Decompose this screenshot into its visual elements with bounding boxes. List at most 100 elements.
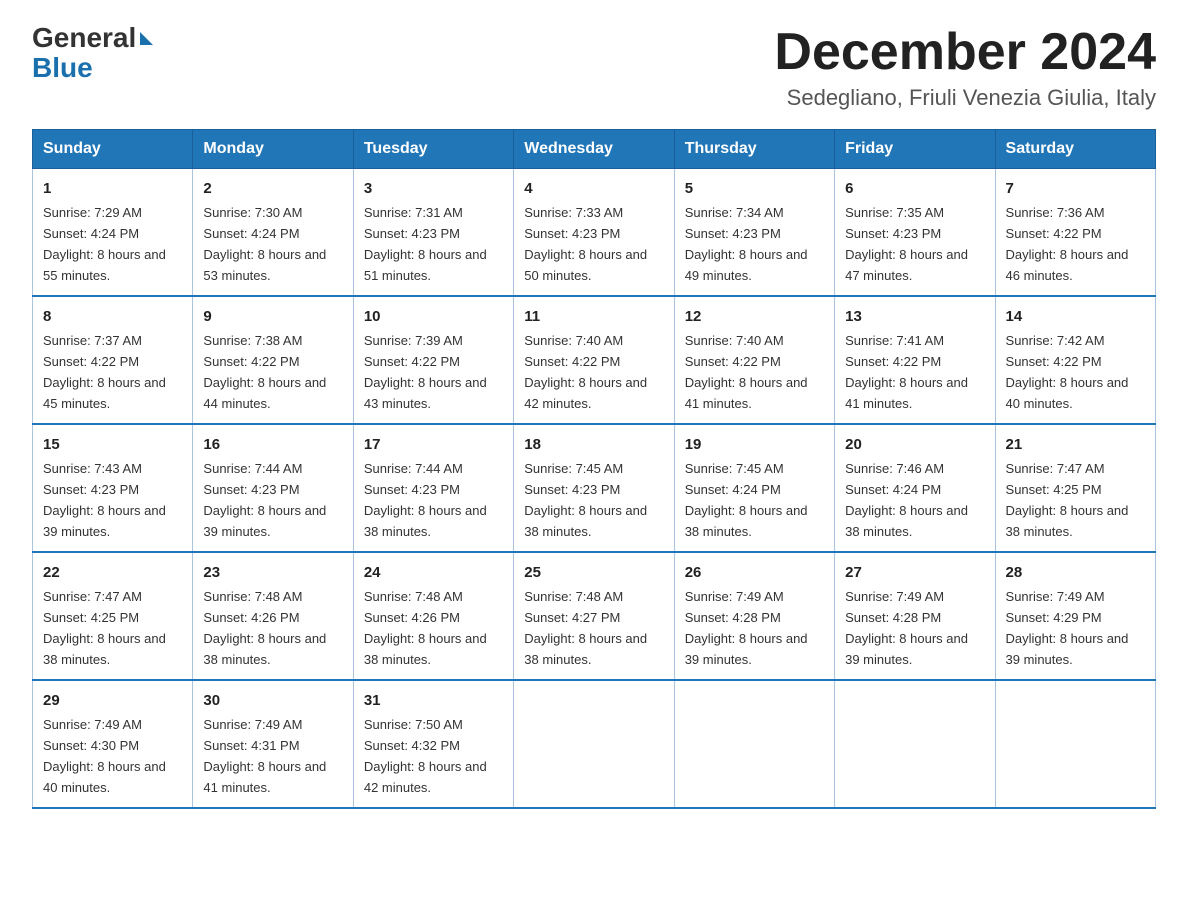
day-number: 9 <box>203 305 342 328</box>
calendar-cell: 23 Sunrise: 7:48 AMSunset: 4:26 PMDayligh… <box>193 552 353 680</box>
day-info: Sunrise: 7:40 AMSunset: 4:22 PMDaylight:… <box>685 333 808 411</box>
day-number: 12 <box>685 305 824 328</box>
day-number: 25 <box>524 561 663 584</box>
day-number: 17 <box>364 433 503 456</box>
calendar-cell: 25 Sunrise: 7:48 AMSunset: 4:27 PMDayligh… <box>514 552 674 680</box>
day-number: 14 <box>1006 305 1145 328</box>
location-subtitle: Sedegliano, Friuli Venezia Giulia, Italy <box>774 85 1156 111</box>
day-info: Sunrise: 7:49 AMSunset: 4:30 PMDaylight:… <box>43 717 166 795</box>
day-number: 29 <box>43 689 182 712</box>
calendar-cell: 27Sunrise: 7:49 AMSunset: 4:28 PMDayligh… <box>835 552 995 680</box>
header-row: SundayMondayTuesdayWednesdayThursdayFrid… <box>33 130 1156 169</box>
day-number: 23 <box>203 561 342 584</box>
day-number: 24 <box>364 561 503 584</box>
day-number: 20 <box>845 433 984 456</box>
header-cell-saturday: Saturday <box>995 130 1155 169</box>
calendar-cell: 17Sunrise: 7:44 AMSunset: 4:23 PMDayligh… <box>353 424 513 552</box>
calendar-cell: 26 Sunrise: 7:49 AMSunset: 4:28 PMDayligh… <box>674 552 834 680</box>
day-info: Sunrise: 7:49 AMSunset: 4:28 PMDaylight:… <box>845 589 968 667</box>
calendar-cell <box>674 680 834 808</box>
calendar-cell: 14 Sunrise: 7:42 AMSunset: 4:22 PMDayligh… <box>995 296 1155 424</box>
calendar-cell: 3 Sunrise: 7:31 AMSunset: 4:23 PMDaylight… <box>353 169 513 296</box>
calendar-week-5: 29 Sunrise: 7:49 AMSunset: 4:30 PMDayligh… <box>33 680 1156 808</box>
day-number: 13 <box>845 305 984 328</box>
logo-general-text: General <box>32 24 136 52</box>
day-info: Sunrise: 7:30 AMSunset: 4:24 PMDaylight:… <box>203 205 326 283</box>
day-info: Sunrise: 7:49 AMSunset: 4:28 PMDaylight:… <box>685 589 808 667</box>
title-block: December 2024 Sedegliano, Friuli Venezia… <box>774 24 1156 111</box>
calendar-week-3: 15Sunrise: 7:43 AMSunset: 4:23 PMDayligh… <box>33 424 1156 552</box>
calendar-cell <box>514 680 674 808</box>
day-info: Sunrise: 7:45 AMSunset: 4:23 PMDaylight:… <box>524 461 647 539</box>
calendar-week-2: 8Sunrise: 7:37 AMSunset: 4:22 PMDaylight… <box>33 296 1156 424</box>
calendar-header: SundayMondayTuesdayWednesdayThursdayFrid… <box>33 130 1156 169</box>
day-number: 19 <box>685 433 824 456</box>
calendar-cell: 16 Sunrise: 7:44 AMSunset: 4:23 PMDayligh… <box>193 424 353 552</box>
day-number: 5 <box>685 177 824 200</box>
calendar-cell: 1Sunrise: 7:29 AMSunset: 4:24 PMDaylight… <box>33 169 193 296</box>
day-number: 15 <box>43 433 182 456</box>
logo-blue-text: Blue <box>32 52 93 84</box>
day-info: Sunrise: 7:35 AMSunset: 4:23 PMDaylight:… <box>845 205 968 283</box>
day-number: 30 <box>203 689 342 712</box>
day-number: 31 <box>364 689 503 712</box>
day-number: 26 <box>685 561 824 584</box>
day-number: 11 <box>524 305 663 328</box>
day-number: 3 <box>364 177 503 200</box>
day-info: Sunrise: 7:42 AMSunset: 4:22 PMDaylight:… <box>1006 333 1129 411</box>
calendar-cell: 29 Sunrise: 7:49 AMSunset: 4:30 PMDayligh… <box>33 680 193 808</box>
day-info: Sunrise: 7:41 AMSunset: 4:22 PMDaylight:… <box>845 333 968 411</box>
calendar-cell: 7 Sunrise: 7:36 AMSunset: 4:22 PMDaylight… <box>995 169 1155 296</box>
day-number: 6 <box>845 177 984 200</box>
day-info: Sunrise: 7:48 AMSunset: 4:26 PMDaylight:… <box>203 589 326 667</box>
day-number: 4 <box>524 177 663 200</box>
calendar-cell: 5 Sunrise: 7:34 AMSunset: 4:23 PMDaylight… <box>674 169 834 296</box>
calendar-cell: 10Sunrise: 7:39 AMSunset: 4:22 PMDayligh… <box>353 296 513 424</box>
day-info: Sunrise: 7:47 AMSunset: 4:25 PMDaylight:… <box>1006 461 1129 539</box>
day-info: Sunrise: 7:31 AMSunset: 4:23 PMDaylight:… <box>364 205 487 283</box>
day-info: Sunrise: 7:45 AMSunset: 4:24 PMDaylight:… <box>685 461 808 539</box>
calendar-table: SundayMondayTuesdayWednesdayThursdayFrid… <box>32 129 1156 809</box>
calendar-cell: 12 Sunrise: 7:40 AMSunset: 4:22 PMDayligh… <box>674 296 834 424</box>
day-info: Sunrise: 7:36 AMSunset: 4:22 PMDaylight:… <box>1006 205 1129 283</box>
calendar-cell: 8Sunrise: 7:37 AMSunset: 4:22 PMDaylight… <box>33 296 193 424</box>
calendar-cell: 2Sunrise: 7:30 AMSunset: 4:24 PMDaylight… <box>193 169 353 296</box>
day-number: 22 <box>43 561 182 584</box>
calendar-cell: 24Sunrise: 7:48 AMSunset: 4:26 PMDayligh… <box>353 552 513 680</box>
month-title: December 2024 <box>774 24 1156 81</box>
calendar-body: 1Sunrise: 7:29 AMSunset: 4:24 PMDaylight… <box>33 169 1156 808</box>
calendar-cell: 6 Sunrise: 7:35 AMSunset: 4:23 PMDaylight… <box>835 169 995 296</box>
day-number: 1 <box>43 177 182 200</box>
calendar-cell: 19 Sunrise: 7:45 AMSunset: 4:24 PMDayligh… <box>674 424 834 552</box>
day-number: 8 <box>43 305 182 328</box>
header-cell-wednesday: Wednesday <box>514 130 674 169</box>
header-cell-thursday: Thursday <box>674 130 834 169</box>
header-cell-monday: Monday <box>193 130 353 169</box>
day-number: 18 <box>524 433 663 456</box>
day-info: Sunrise: 7:48 AMSunset: 4:27 PMDaylight:… <box>524 589 647 667</box>
day-number: 10 <box>364 305 503 328</box>
calendar-cell: 4Sunrise: 7:33 AMSunset: 4:23 PMDaylight… <box>514 169 674 296</box>
calendar-cell: 21Sunrise: 7:47 AMSunset: 4:25 PMDayligh… <box>995 424 1155 552</box>
header-cell-sunday: Sunday <box>33 130 193 169</box>
day-number: 7 <box>1006 177 1145 200</box>
calendar-cell <box>835 680 995 808</box>
logo: General Blue <box>32 24 153 84</box>
calendar-cell: 28 Sunrise: 7:49 AMSunset: 4:29 PMDayligh… <box>995 552 1155 680</box>
day-info: Sunrise: 7:40 AMSunset: 4:22 PMDaylight:… <box>524 333 647 411</box>
day-info: Sunrise: 7:47 AMSunset: 4:25 PMDaylight:… <box>43 589 166 667</box>
day-info: Sunrise: 7:34 AMSunset: 4:23 PMDaylight:… <box>685 205 808 283</box>
calendar-cell: 15Sunrise: 7:43 AMSunset: 4:23 PMDayligh… <box>33 424 193 552</box>
header-cell-friday: Friday <box>835 130 995 169</box>
day-info: Sunrise: 7:50 AMSunset: 4:32 PMDaylight:… <box>364 717 487 795</box>
day-info: Sunrise: 7:44 AMSunset: 4:23 PMDaylight:… <box>203 461 326 539</box>
calendar-cell: 30Sunrise: 7:49 AMSunset: 4:31 PMDayligh… <box>193 680 353 808</box>
logo-arrow-icon <box>140 32 153 45</box>
calendar-cell <box>995 680 1155 808</box>
calendar-cell: 11 Sunrise: 7:40 AMSunset: 4:22 PMDayligh… <box>514 296 674 424</box>
day-info: Sunrise: 7:49 AMSunset: 4:29 PMDaylight:… <box>1006 589 1129 667</box>
day-info: Sunrise: 7:38 AMSunset: 4:22 PMDaylight:… <box>203 333 326 411</box>
header-cell-tuesday: Tuesday <box>353 130 513 169</box>
day-number: 28 <box>1006 561 1145 584</box>
day-number: 16 <box>203 433 342 456</box>
